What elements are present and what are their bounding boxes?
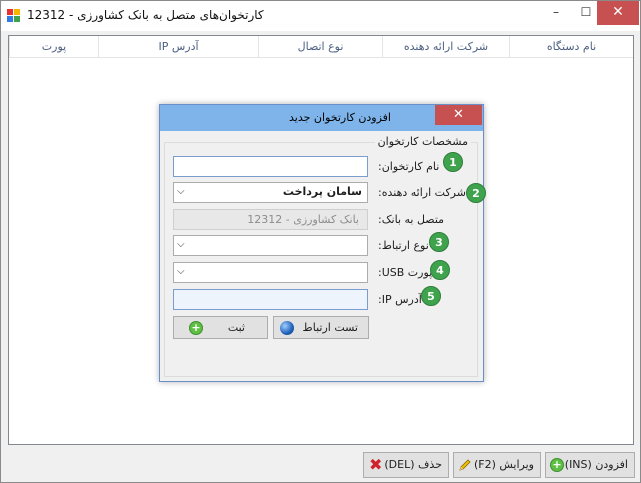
ip-address-input[interactable] [173, 289, 368, 310]
usb-port-select[interactable]: ⌵ [173, 262, 368, 283]
globe-icon [280, 321, 294, 335]
step-badge-4: 4 [430, 260, 450, 280]
chevron-down-icon: ⌵ [177, 186, 185, 197]
minimize-button[interactable]: – [541, 1, 571, 25]
connection-type-select[interactable]: ⌵ [173, 235, 368, 256]
add-icon: + [550, 458, 564, 472]
provider-select[interactable]: ⌵ سامان پرداخت [173, 182, 368, 203]
terminal-details-group: مشخصات کارتخوان [164, 135, 478, 377]
dialog-title: افزودن کارتخوان جدید [289, 111, 391, 124]
step-badge-3: 3 [429, 232, 449, 252]
edit-button-label: ویرایش (F2) [474, 458, 534, 471]
column-provider[interactable]: شرکت ارائه دهنده [382, 36, 509, 58]
edit-button[interactable]: ویرایش (F2) [453, 452, 541, 478]
test-connection-button[interactable]: تست ارتباط [273, 316, 369, 339]
provider-label: شرکت ارائه دهنده: [378, 186, 466, 199]
save-button[interactable]: + ثبت [173, 316, 268, 339]
main-window: کارتخوان‌های متصل به بانک کشاورزی - 1231… [0, 0, 641, 483]
delete-button-label: حذف (DEL) [384, 458, 442, 471]
app-icon [7, 9, 21, 23]
window-title: کارتخوان‌های متصل به بانک کشاورزی - 1231… [27, 8, 264, 22]
delete-button[interactable]: ✖ حذف (DEL) [363, 452, 449, 478]
title-bar: کارتخوان‌های متصل به بانک کشاورزی - 1231… [1, 1, 640, 31]
chevron-down-icon: ⌵ [177, 266, 185, 277]
add-button-label: افزودن (INS) [564, 458, 628, 471]
listview-header: نام دستگاه شرکت ارائه دهنده نوع اتصال آد… [9, 36, 633, 58]
step-badge-5: 5 [421, 286, 441, 306]
connection-type-label: نوع ارتباط: [378, 239, 429, 252]
dialog-close-button[interactable]: ✕ [435, 105, 482, 125]
save-label: ثبت [227, 321, 245, 334]
column-port[interactable]: پورت [9, 36, 98, 58]
add-icon: + [189, 321, 203, 335]
column-device-name[interactable]: نام دستگاه [509, 36, 633, 58]
column-connection-type[interactable]: نوع اتصال [258, 36, 382, 58]
dialog-title-bar: افزودن کارتخوان جدید ✕ [160, 105, 483, 131]
step-badge-2: 2 [466, 183, 486, 203]
test-connection-label: تست ارتباط [302, 321, 358, 334]
bank-label: متصل به بانک: [378, 213, 445, 226]
bank-field: بانک کشاورزی - 12312 [173, 209, 368, 230]
column-ip-address[interactable]: آدرس IP [98, 36, 258, 58]
add-terminal-dialog: افزودن کارتخوان جدید ✕ مشخصات کارتخوان ن… [159, 104, 486, 382]
terminal-name-input[interactable] [173, 156, 368, 177]
step-badge-1: 1 [443, 152, 463, 172]
pencil-icon [459, 459, 471, 471]
close-button[interactable]: ✕ [597, 1, 639, 25]
add-button[interactable]: + افزودن (INS) [545, 452, 635, 478]
provider-select-value: سامان پرداخت [282, 185, 362, 198]
terminal-name-label: نام کارتخوان: [378, 160, 440, 173]
chevron-down-icon: ⌵ [177, 239, 185, 250]
ip-address-label: آدرس IP: [378, 293, 422, 306]
group-title: مشخصات کارتخوان [374, 135, 471, 148]
delete-icon: ✖ [369, 455, 383, 474]
usb-port-label: پورت USB: [378, 266, 433, 279]
